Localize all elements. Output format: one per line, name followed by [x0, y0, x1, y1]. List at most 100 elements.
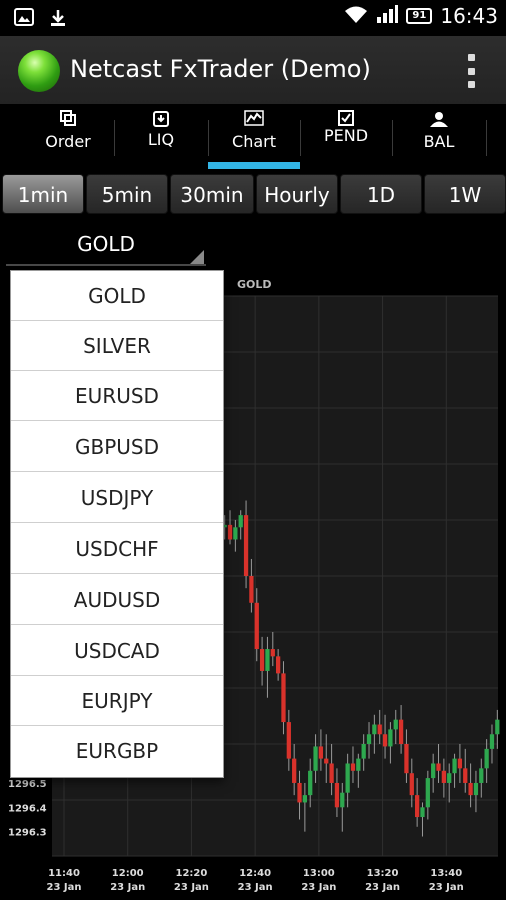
candle-body: [270, 649, 275, 657]
tab-divider: [486, 120, 487, 156]
y-tick-label: 1296.3: [8, 828, 47, 839]
period-hourly-button[interactable]: Hourly: [256, 174, 338, 214]
candle-body: [468, 782, 473, 796]
period-bar: 1min 5min 30min Hourly 1D 1W: [0, 172, 506, 216]
candle-body: [489, 734, 495, 749]
candle-body: [259, 649, 265, 671]
instrument-spinner[interactable]: GOLD: [6, 222, 206, 266]
signal-icon: [376, 4, 399, 28]
candle-body: [345, 763, 350, 793]
period-5min-button[interactable]: 5min: [86, 174, 168, 214]
candle-body: [302, 795, 308, 803]
candle-body: [329, 763, 334, 783]
candle-body: [377, 724, 382, 735]
instrument-dropdown: GOLD SILVER EURUSD GBPUSD USDJPY USDCHF …: [10, 270, 224, 778]
candle-body: [436, 763, 441, 771]
candle-body: [393, 719, 398, 730]
candle-body: [275, 656, 281, 674]
tab-pend-label: PEND: [323, 126, 369, 145]
candle-body: [308, 770, 313, 796]
download-icon: [48, 8, 68, 32]
period-1min-button[interactable]: 1min: [2, 174, 84, 214]
candle-body: [409, 773, 414, 796]
candle-body: [281, 673, 286, 723]
candle-body: [495, 719, 500, 735]
candle-body: [479, 768, 484, 783]
candle-body: [361, 744, 366, 759]
x-tick-time: 12:00: [112, 868, 144, 879]
tab-chart-label: Chart: [232, 132, 276, 151]
candle-body: [414, 795, 420, 818]
candle-body: [372, 724, 377, 735]
tab-bal[interactable]: BAL: [392, 104, 486, 172]
candle-body: [350, 763, 356, 771]
instrument-option-audusd[interactable]: AUDUSD: [11, 575, 223, 625]
y-tick-label: 1296.4: [8, 803, 47, 814]
tab-bal-label: BAL: [423, 132, 455, 151]
order-icon: [60, 110, 76, 130]
dropdown-arrow-icon: [190, 250, 204, 264]
candle-body: [420, 807, 425, 818]
x-tick-time: 12:40: [239, 868, 271, 879]
x-tick-time: 12:20: [176, 868, 208, 879]
x-tick-time: 11:40: [48, 868, 80, 879]
tab-pend[interactable]: PEND: [300, 104, 392, 172]
x-tick-date: 23 Jan: [110, 882, 145, 893]
candle-body: [227, 524, 233, 540]
instrument-option-silver[interactable]: SILVER: [11, 321, 223, 371]
chart-icon: [244, 110, 264, 130]
candle-body: [286, 722, 291, 759]
instrument-option-usdchf[interactable]: USDCHF: [11, 524, 223, 574]
candle-body: [388, 729, 393, 747]
candle-body: [313, 746, 318, 771]
candle-body: [254, 602, 259, 650]
x-tick-date: 23 Jan: [429, 882, 464, 893]
candle-body: [447, 773, 452, 783]
candle-body: [356, 758, 361, 771]
instrument-option-gbpusd[interactable]: GBPUSD: [11, 422, 223, 472]
candle-body: [318, 746, 324, 759]
candle-body: [452, 758, 457, 774]
period-30min-button[interactable]: 30min: [170, 174, 254, 214]
tab-order-label: Order: [45, 132, 91, 151]
instrument-option-eurusd[interactable]: EURUSD: [11, 371, 223, 421]
instrument-option-gold[interactable]: GOLD: [11, 271, 223, 321]
candle-body: [425, 778, 430, 808]
candle-body: [398, 719, 404, 744]
candle-body: [463, 768, 468, 783]
tab-liq[interactable]: LIQ: [114, 104, 208, 172]
instrument-option-usdjpy[interactable]: USDJPY: [11, 473, 223, 523]
period-1w-button[interactable]: 1W: [424, 174, 506, 214]
candle-body: [366, 734, 372, 744]
x-tick-time: 13:00: [303, 868, 335, 879]
app-orb-icon: [18, 50, 60, 92]
candle-body: [382, 734, 388, 747]
candle-body: [334, 782, 340, 808]
candle-body: [243, 515, 249, 576]
x-tick-date: 23 Jan: [365, 882, 400, 893]
period-1d-button[interactable]: 1D: [340, 174, 422, 214]
x-tick-time: 13:40: [430, 868, 462, 879]
app-title: Netcast FxTrader (Demo): [70, 55, 371, 83]
candle-body: [431, 763, 436, 779]
instrument-option-eurjpy[interactable]: EURJPY: [11, 676, 223, 726]
x-tick-time: 13:20: [367, 868, 399, 879]
picture-icon: [14, 8, 34, 32]
instrument-option-usdcad[interactable]: USDCAD: [11, 626, 223, 676]
selected-tab-indicator: [208, 162, 300, 169]
instrument-option-eurgbp[interactable]: EURGBP: [11, 726, 223, 776]
candle-body: [457, 758, 463, 769]
x-tick-date: 23 Jan: [47, 882, 82, 893]
status-time: 16:43: [440, 4, 498, 28]
instrument-selected: GOLD: [77, 232, 135, 256]
action-bar: Netcast FxTrader (Demo): [0, 36, 506, 104]
tab-order[interactable]: Order: [20, 104, 116, 172]
x-tick-date: 23 Jan: [301, 882, 336, 893]
candle-body: [265, 649, 270, 671]
candle-body: [340, 792, 345, 808]
status-bar: 91 16:43: [0, 0, 506, 36]
candle-body: [249, 576, 254, 603]
overflow-menu-icon[interactable]: [468, 54, 476, 88]
x-tick-date: 23 Jan: [174, 882, 209, 893]
candle-body: [292, 758, 297, 783]
